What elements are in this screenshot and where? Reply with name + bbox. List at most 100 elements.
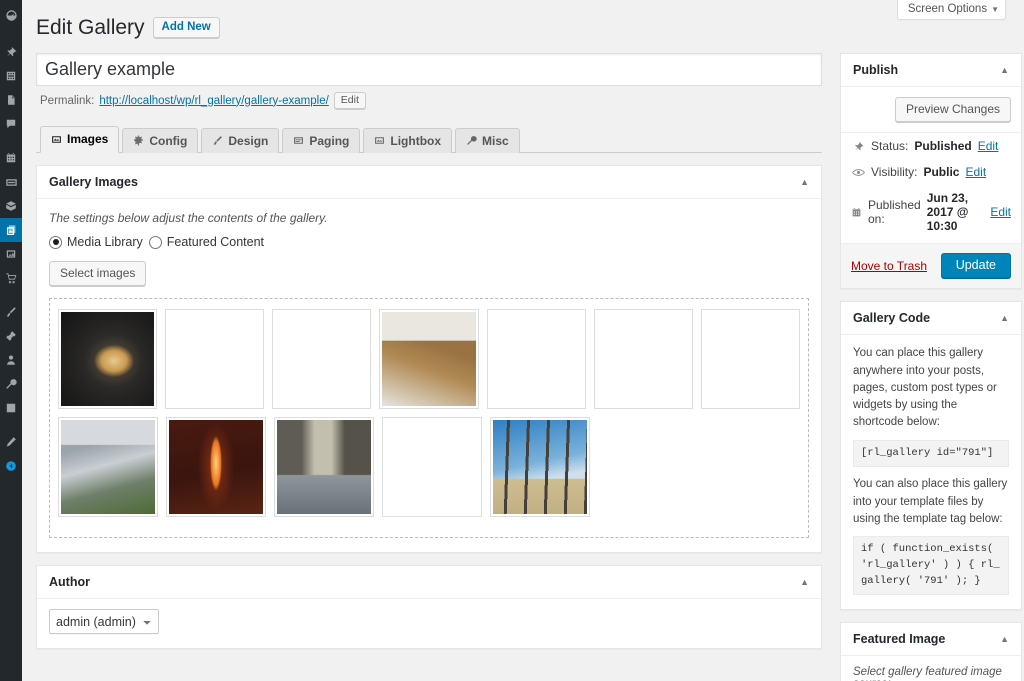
radio-featured-content[interactable]: Featured Content [149, 235, 264, 249]
gallery-source-radio-group: Media Library Featured Content [49, 235, 809, 249]
publish-box-header[interactable]: Publish ▲ [841, 54, 1021, 87]
template-tag-description: You can also place this gallery into you… [853, 476, 1009, 528]
image-icon [5, 248, 17, 260]
publish-box: Publish ▲ Preview Changes Sta [840, 53, 1022, 289]
update-button[interactable]: Update [941, 253, 1011, 278]
edit-permalink-button[interactable]: Edit [334, 92, 366, 109]
pages-icon [5, 94, 17, 106]
tab-paging[interactable]: Paging [282, 128, 360, 153]
wordpress-admin-screen: Screen Options ▼ Edit Gallery Add New Per… [0, 0, 1024, 681]
minor-publishing-actions: Preview Changes [841, 87, 1021, 133]
radio-media-library[interactable]: Media Library [49, 235, 143, 249]
move-to-trash-link[interactable]: Move to Trash [851, 259, 927, 273]
gallery-tabs: Images Config Design [36, 125, 822, 153]
published-label: Published on: [868, 198, 921, 226]
sidebar-item-media[interactable] [0, 64, 22, 88]
screen-options-label: Screen Options [908, 3, 987, 15]
box-icon [5, 200, 17, 212]
tab-design[interactable]: Design [201, 128, 279, 153]
thumbnail [61, 420, 155, 514]
page-header: Edit Gallery Add New [36, 12, 1006, 43]
gallery-item-slot-canyon[interactable] [166, 417, 266, 517]
brush-icon [5, 306, 17, 318]
gallery-item-tea-and-sweets-board[interactable] [165, 309, 264, 409]
gallery-images-box: Gallery Images ▲ The settings below adju… [36, 165, 822, 553]
radio-media-library-input[interactable] [49, 236, 62, 249]
shortcode-description: You can place this gallery anywhere into… [853, 345, 1009, 431]
thumbnail [277, 420, 371, 514]
gallery-item-sandwich-on-board[interactable] [379, 309, 478, 409]
sidebar-item-posts[interactable] [0, 40, 22, 64]
gallery-item-sunflowers-blue-sky[interactable] [382, 417, 482, 517]
page-title: Edit Gallery [36, 12, 145, 43]
title-field-wrapper [36, 53, 822, 86]
chevron-up-icon[interactable]: ▲ [800, 177, 809, 187]
sidebar-item-slider[interactable] [0, 170, 22, 194]
permalink-label: Permalink: [40, 95, 94, 107]
gallery-item-toast-in-pan[interactable] [58, 309, 157, 409]
gallery-item-breakfast-tray[interactable] [594, 309, 693, 409]
title-input[interactable] [36, 53, 822, 86]
radio-featured-content-input[interactable] [149, 236, 162, 249]
screen-options-toggle[interactable]: Screen Options ▼ [897, 0, 1006, 20]
add-new-button[interactable]: Add New [153, 17, 220, 38]
sidebar-item-tools[interactable] [0, 372, 22, 396]
sidebar-item-portfolio[interactable] [0, 242, 22, 266]
gallery-code-box-body: You can place this gallery anywhere into… [841, 335, 1021, 609]
template-tag-value[interactable]: if ( function_exists( 'rl_gallery' ) ) {… [853, 536, 1009, 595]
sidebar-item-plugins[interactable] [0, 324, 22, 348]
featured-image-box-body: Select gallery featured image source: Fi… [841, 656, 1021, 681]
publish-date-row: Published on: Jun 23, 2017 @ 10:30 Edit [841, 185, 1021, 243]
tab-misc[interactable]: Misc [455, 128, 520, 153]
gallery-item-laptop-and-cake[interactable] [272, 309, 371, 409]
slides-icon [5, 176, 18, 189]
featured-image-box-header[interactable]: Featured Image ▲ [841, 623, 1021, 656]
gallery-item-fresh-salad-bowl[interactable] [701, 309, 800, 409]
sidebar-item-collapse-menu[interactable] [0, 454, 22, 478]
chevron-up-icon[interactable]: ▲ [800, 577, 809, 587]
sidebar-separator-4 [0, 420, 22, 430]
preview-changes-button[interactable]: Preview Changes [895, 97, 1011, 122]
author-select[interactable]: admin (admin) [49, 609, 159, 634]
edit-visibility-link[interactable]: Edit [965, 165, 986, 179]
sidebar-item-shop[interactable] [0, 266, 22, 290]
gallery-row-2 [58, 417, 800, 517]
thumbnail [597, 312, 690, 406]
thumbnail [493, 420, 587, 514]
brush-icon [212, 135, 223, 146]
permalink-link[interactable]: http://localhost/wp/rl_gallery/gallery-e… [99, 95, 328, 107]
sidebar-item-pages[interactable] [0, 88, 22, 112]
author-box-header[interactable]: Author ▲ [37, 566, 821, 599]
gallery-images-dropzone[interactable] [49, 298, 809, 538]
sidebar-item-appearance[interactable] [0, 300, 22, 324]
select-images-button[interactable]: Select images [49, 261, 146, 286]
gallery-item-strawberries-on-cloth[interactable] [487, 309, 586, 409]
chevron-down-icon: ▼ [991, 5, 999, 14]
gallery-item-fence-road[interactable] [490, 417, 590, 517]
sidebar-item-editor[interactable] [0, 430, 22, 454]
featured-image-description: Select gallery featured image source: [853, 666, 1009, 681]
sidebar-item-events[interactable] [0, 146, 22, 170]
calendar-icon [851, 207, 862, 218]
lightbox-icon [374, 135, 385, 146]
gallery-item-snow-mountain[interactable] [58, 417, 158, 517]
sidebar-item-settings[interactable] [0, 396, 22, 420]
sidebar-separator-2 [0, 136, 22, 146]
chevron-up-icon[interactable]: ▲ [1000, 65, 1009, 75]
edit-status-link[interactable]: Edit [978, 139, 999, 153]
sidebar-item-plugins-box[interactable] [0, 194, 22, 218]
chevron-up-icon[interactable]: ▲ [1000, 634, 1009, 644]
sidebar-item-users[interactable] [0, 348, 22, 372]
tab-config[interactable]: Config [122, 128, 198, 153]
gallery-code-box-header[interactable]: Gallery Code ▲ [841, 302, 1021, 335]
chevron-up-icon[interactable]: ▲ [1000, 313, 1009, 323]
shortcode-value[interactable]: [rl_gallery id="791"] [853, 440, 1009, 468]
gallery-item-sea-cliffs[interactable] [274, 417, 374, 517]
sidebar-item-comments[interactable] [0, 112, 22, 136]
sidebar-item-dashboard[interactable] [0, 0, 22, 30]
edit-date-link[interactable]: Edit [990, 205, 1011, 219]
tab-images[interactable]: Images [40, 126, 119, 153]
gallery-images-box-header[interactable]: Gallery Images ▲ [37, 166, 821, 199]
tab-lightbox[interactable]: Lightbox [363, 128, 452, 153]
sidebar-item-gallery[interactable] [0, 218, 22, 242]
